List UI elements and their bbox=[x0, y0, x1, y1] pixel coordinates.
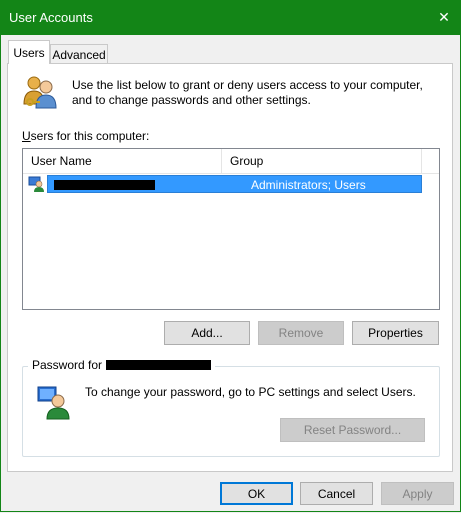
password-group-legend: Password for bbox=[28, 358, 216, 372]
password-legend-label: Password for bbox=[32, 358, 103, 372]
tab-advanced-label: Advanced bbox=[52, 47, 106, 62]
tab-users[interactable]: Users bbox=[8, 40, 50, 64]
apply-button[interactable]: Apply bbox=[381, 482, 454, 505]
remove-button[interactable]: Remove bbox=[258, 321, 344, 345]
users-list-label-rest: sers for this computer: bbox=[30, 129, 150, 143]
users-icon bbox=[22, 74, 58, 110]
apply-button-label: Apply bbox=[402, 486, 433, 501]
reset-password-label: Reset Password... bbox=[303, 423, 402, 437]
tab-users-label: Users bbox=[13, 45, 45, 60]
user-icon bbox=[27, 175, 45, 193]
intro-text: Use the list below to grant or deny user… bbox=[72, 78, 423, 107]
properties-button[interactable]: Properties bbox=[352, 321, 439, 345]
user-name-redaction bbox=[54, 180, 155, 190]
cancel-button-label: Cancel bbox=[317, 486, 356, 501]
password-help-text: To change your password, go to PC settin… bbox=[85, 385, 416, 399]
close-button[interactable]: ✕ bbox=[427, 0, 461, 35]
properties-button-label: Properties bbox=[368, 326, 423, 340]
add-button[interactable]: Add... bbox=[164, 321, 250, 345]
list-header: User Name Group bbox=[23, 149, 439, 174]
table-row[interactable]: Administrators; Users bbox=[27, 175, 422, 193]
column-header-group[interactable]: Group bbox=[222, 149, 422, 173]
users-list-label-accel: U bbox=[22, 129, 31, 143]
password-icon bbox=[36, 384, 72, 420]
ok-button-label: OK bbox=[247, 486, 266, 501]
row-group-cell: Administrators; Users bbox=[251, 178, 366, 192]
users-list-label: Users for this computer: bbox=[22, 129, 149, 143]
title-bar: User Accounts ✕ bbox=[0, 0, 461, 35]
window-title: User Accounts bbox=[9, 10, 93, 25]
reset-password-button[interactable]: Reset Password... bbox=[280, 418, 425, 442]
tab-advanced[interactable]: Advanced bbox=[50, 44, 108, 64]
row-selection: Administrators; Users bbox=[47, 175, 422, 193]
password-legend-redaction bbox=[106, 360, 212, 370]
password-groupbox bbox=[22, 366, 440, 457]
close-icon: ✕ bbox=[438, 9, 450, 25]
remove-button-label: Remove bbox=[278, 326, 324, 340]
ok-button[interactable]: OK bbox=[220, 482, 293, 505]
column-header-user-name[interactable]: User Name bbox=[23, 149, 222, 173]
cancel-button[interactable]: Cancel bbox=[300, 482, 373, 505]
add-button-label: Add... bbox=[191, 326, 223, 340]
users-list[interactable]: User Name Group Administrators; Users bbox=[22, 148, 440, 310]
